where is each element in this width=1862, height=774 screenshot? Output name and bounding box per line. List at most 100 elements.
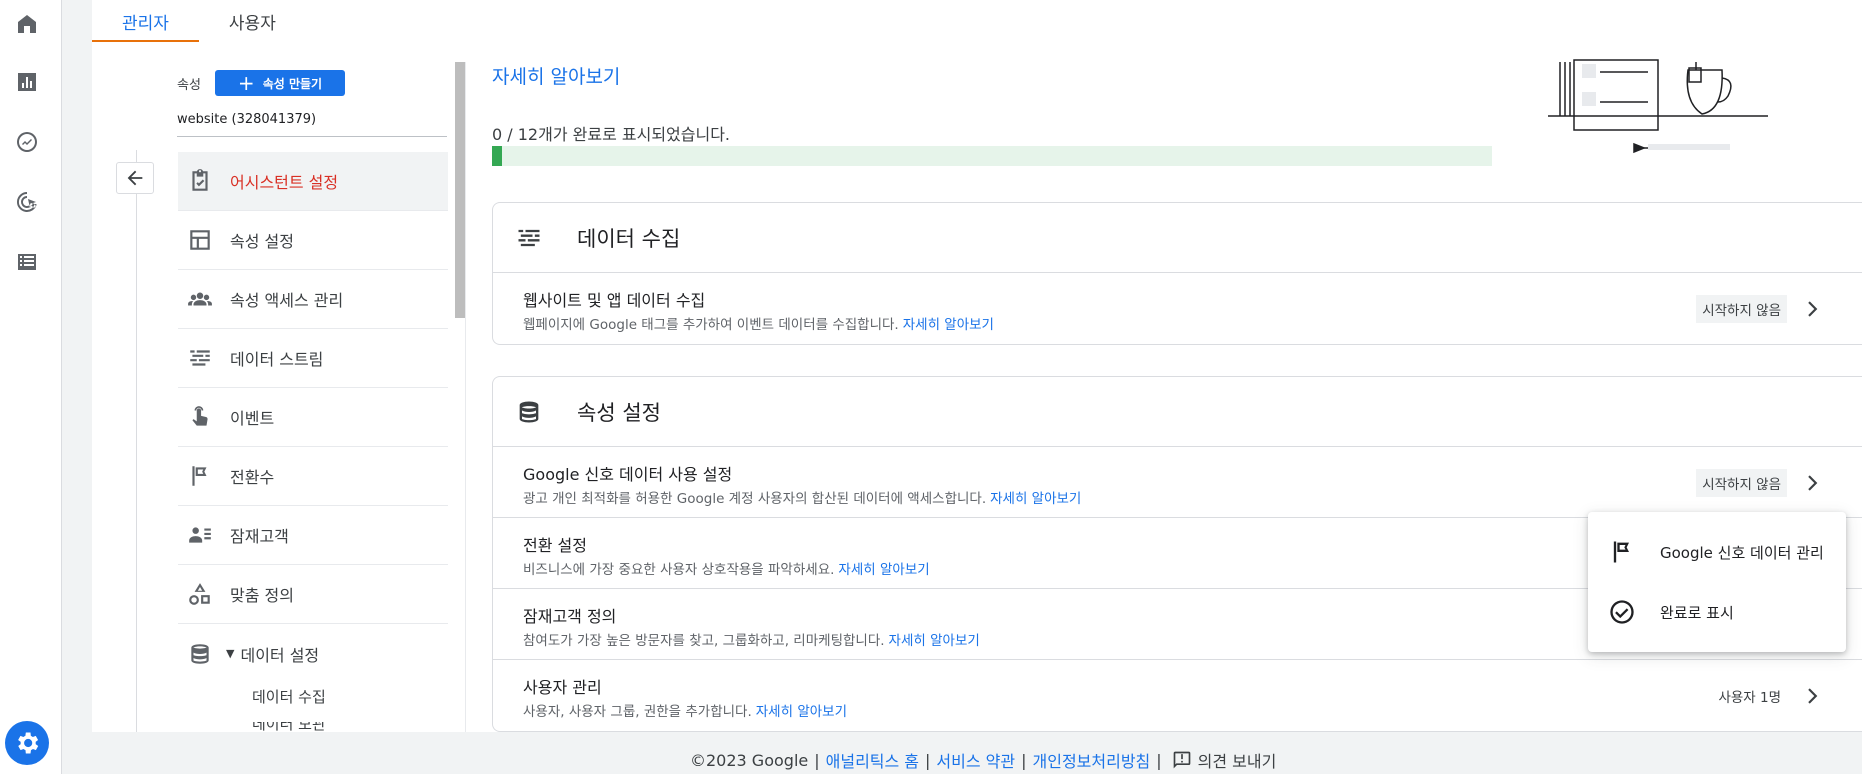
nav-item-custom-definitions[interactable]: 맞춤 정의: [178, 565, 448, 624]
chevron-right-icon[interactable]: [1800, 296, 1826, 322]
explore-icon[interactable]: [13, 128, 41, 156]
progress-bar-fill: [492, 146, 502, 166]
flag-icon: [1613, 541, 1629, 563]
audience-icon: [178, 522, 222, 548]
nav-label: 속성 설정: [230, 232, 294, 251]
left-rail: [0, 0, 62, 774]
nav-item-data-settings[interactable]: ▼ 데이터 설정: [178, 624, 448, 683]
nav-label: 잠재고객: [230, 527, 289, 546]
task-desc: 광고 개인 최적화를 허용한 Google 계정 사용자의 합산된 데이터에 액…: [523, 487, 1081, 507]
learn-more-link[interactable]: 자세히 알아보기: [492, 62, 620, 89]
caret-down-icon: ▼: [226, 647, 235, 660]
nav-item-property-access[interactable]: 속성 액세스 관리: [178, 270, 448, 329]
footer: ©2023 Google | 애널리틱스 홈 | 서비스 약관 | 개인정보처리…: [690, 748, 1276, 772]
task-learn-more-link[interactable]: 자세히 알아보기: [756, 704, 847, 720]
flag-icon: [178, 463, 222, 489]
chevron-right-icon[interactable]: [1800, 683, 1826, 709]
footer-separator: |: [1021, 750, 1027, 770]
progress-text: 0 / 12개가 완료로 표시되었습니다.: [492, 125, 730, 144]
nav-item-assistant-setup[interactable]: 어시스턴트 설정: [178, 152, 448, 211]
task-title: 웹사이트 및 앱 데이터 수집: [523, 291, 706, 310]
nav-subitem-data-retention[interactable]: 데이터 보관: [252, 722, 326, 732]
nav-item-conversions[interactable]: 전환수: [178, 447, 448, 506]
database-icon: [493, 398, 565, 426]
plus-icon: +: [237, 71, 255, 95]
footer-copyright: ©2023 Google: [690, 750, 809, 770]
streams-icon: [493, 224, 565, 252]
top-tabs: 관리자 사용자: [92, 0, 1862, 42]
task-desc-text: 사용자, 사용자 그룹, 권한을 추가합니다.: [523, 704, 752, 720]
footer-feedback[interactable]: 의견 보내기: [1198, 748, 1277, 772]
task-desc-text: 광고 개인 최적화를 허용한 Google 계정 사용자의 합산된 데이터에 액…: [523, 491, 987, 507]
nav-item-events[interactable]: 이벤트: [178, 388, 448, 447]
nav-subitem-data-collection[interactable]: 데이터 수집: [252, 686, 326, 707]
create-property-button[interactable]: + 속성 만들기: [215, 70, 345, 96]
task-title: 잠재고객 정의: [523, 607, 617, 626]
nav-label: 전환수: [230, 468, 275, 487]
nav-item-data-streams[interactable]: 데이터 스트림: [178, 329, 448, 388]
card-header: 데이터 수집: [493, 203, 1862, 273]
list-icon[interactable]: [13, 248, 41, 276]
checklist-icon: [178, 168, 222, 194]
database-icon: [178, 641, 222, 667]
nav-subitem-label: 데이터 보관: [252, 722, 326, 732]
card-header: 속성 설정: [493, 377, 1862, 447]
chevron-right-icon[interactable]: [1800, 470, 1826, 496]
status-badge: 시작하지 않음: [1696, 469, 1787, 497]
nav-label: 맞춤 정의: [230, 586, 294, 605]
row-action-menu: Google 신호 데이터 관리 완료로 표시: [1588, 512, 1846, 652]
property-underline: [177, 136, 447, 137]
card-data-collection: 데이터 수집 웹사이트 및 앱 데이터 수집 웹페이지에 Google 태그를 …: [492, 202, 1862, 345]
task-desc-text: 웹페이지에 Google 태그를 추가하여 이벤트 데이터를 수집합니다.: [523, 317, 899, 333]
nav-label: 데이터 설정: [240, 645, 320, 665]
property-nav: 어시스턴트 설정 속성 설정 속성 액세스 관리 데이터 스트림 이벤트 전환수…: [178, 152, 448, 683]
task-learn-more-link[interactable]: 자세히 알아보기: [903, 317, 994, 333]
property-selector[interactable]: website (328041379): [177, 112, 316, 127]
nav-label: 어시스턴트 설정: [230, 173, 339, 192]
nav-scrollbar[interactable]: [455, 62, 465, 318]
property-label: 속성: [177, 78, 201, 93]
task-learn-more-link[interactable]: 자세히 알아보기: [990, 491, 1081, 507]
footer-separator: |: [925, 750, 931, 770]
back-button[interactable]: [116, 162, 154, 194]
footer-separator: |: [1156, 750, 1162, 770]
menu-item-label: Google 신호 데이터 관리: [1660, 543, 1824, 562]
menu-item-label: 완료로 표시: [1660, 603, 1734, 622]
task-learn-more-link[interactable]: 자세히 알아보기: [838, 562, 929, 578]
feedback-icon[interactable]: [1172, 750, 1192, 770]
task-desc-text: 비즈니스에 가장 중요한 사용자 상호작용을 파악하세요.: [523, 562, 835, 578]
menu-item-mark-complete[interactable]: 완료로 표시: [1588, 582, 1846, 642]
menu-item-manage-google-signals[interactable]: Google 신호 데이터 관리: [1588, 522, 1846, 582]
layout-icon: [178, 227, 222, 253]
create-property-label: 속성 만들기: [262, 76, 323, 91]
task-row-google-signals[interactable]: Google 신호 데이터 사용 설정 광고 개인 최적화를 허용한 Googl…: [493, 447, 1862, 518]
advertising-icon[interactable]: [13, 188, 41, 216]
home-icon[interactable]: [13, 10, 41, 38]
task-desc-text: 참여도가 가장 높은 방문자를 찾고, 그룹화하고, 리마케팅합니다.: [523, 633, 885, 649]
arrow-back-icon: [127, 170, 143, 186]
tab-admin[interactable]: 관리자: [92, 0, 199, 42]
touch-icon: [178, 404, 222, 430]
task-row-user-management[interactable]: 사용자 관리 사용자, 사용자 그룹, 권한을 추가합니다. 자세히 알아보기 사…: [493, 660, 1862, 731]
task-row-website-app-collection[interactable]: 웹사이트 및 앱 데이터 수집 웹페이지에 Google 태그를 추가하여 이벤…: [493, 273, 1862, 344]
footer-link-terms[interactable]: 서비스 약관: [936, 748, 1015, 772]
nav-scroll-track: [465, 62, 466, 732]
nav-label: 속성 액세스 관리: [230, 291, 344, 310]
check-circle-icon: [1610, 600, 1634, 624]
desk-illustration: [1548, 59, 1768, 154]
status-badge: 시작하지 않음: [1696, 295, 1787, 323]
footer-link-analytics-home[interactable]: 애널리틱스 홈: [826, 748, 919, 772]
card-title: 데이터 수집: [577, 226, 681, 251]
card-title: 속성 설정: [577, 400, 661, 425]
footer-link-privacy[interactable]: 개인정보처리방침: [1033, 748, 1151, 772]
nav-item-audiences[interactable]: 잠재고객: [178, 506, 448, 565]
task-learn-more-link[interactable]: 자세히 알아보기: [889, 633, 980, 649]
admin-gear-icon[interactable]: [5, 721, 49, 765]
tab-user[interactable]: 사용자: [199, 0, 306, 42]
footer-separator: |: [814, 750, 820, 770]
task-desc: 사용자, 사용자 그룹, 권한을 추가합니다. 자세히 알아보기: [523, 700, 847, 720]
task-title: 사용자 관리: [523, 678, 602, 697]
streams-icon: [178, 345, 222, 371]
reports-icon[interactable]: [13, 68, 41, 96]
nav-item-property-settings[interactable]: 속성 설정: [178, 211, 448, 270]
